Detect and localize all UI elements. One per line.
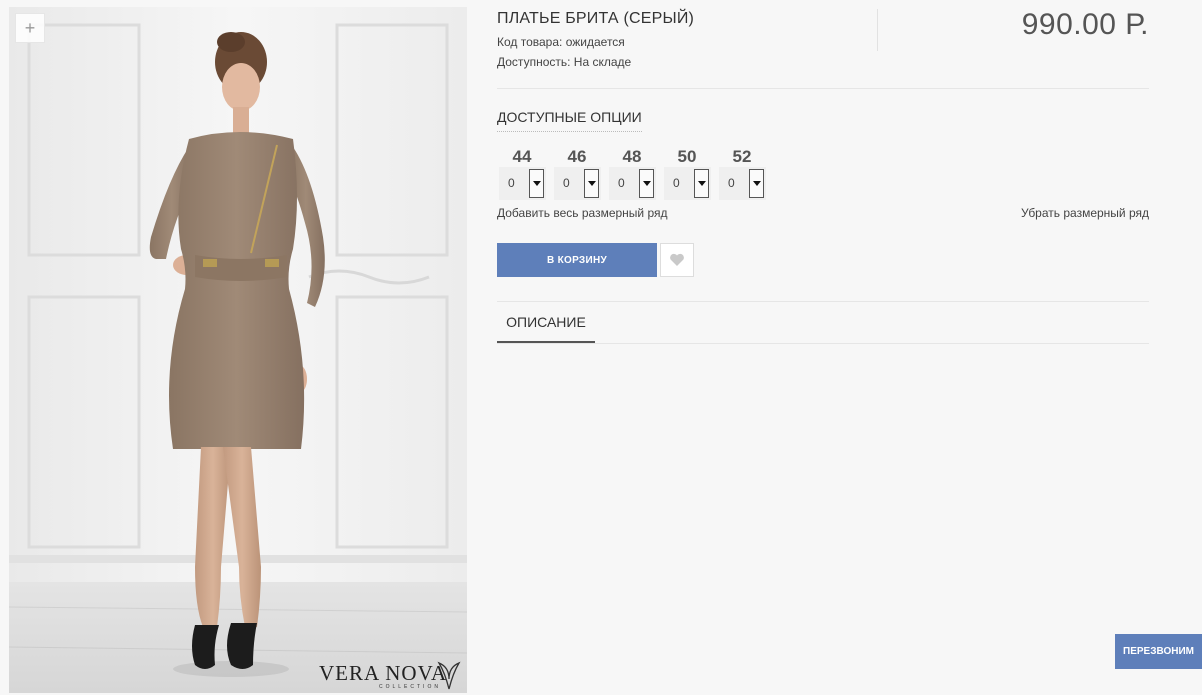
size-quantity-value: 0 [563,176,570,190]
add-to-cart-button[interactable]: В КОРЗИНУ [497,243,657,277]
size-quantity-select[interactable]: 0 [554,167,601,200]
size-quantity-value: 0 [508,176,515,190]
product-image[interactable]: + VERA NOVA COLLECTION [9,7,467,693]
size-quantity-value: 0 [618,176,625,190]
size-label: 52 [732,147,752,166]
availability-value: На складе [573,55,632,69]
product-title: ПЛАТЬЕ БРИТА (СЕРЫЙ) [497,10,695,27]
dropdown-arrow-icon[interactable] [749,169,764,198]
size-label: 50 [677,147,697,166]
heart-icon [670,253,684,266]
size-label: 44 [512,147,532,166]
brand-logo: VERA NOVA COLLECTION [319,657,464,691]
wishlist-button[interactable] [660,243,694,277]
brand-leaf-icon [437,661,461,690]
size-option-48: 48 0 [607,147,657,200]
size-quantity-select[interactable]: 0 [499,167,546,200]
size-option-50: 50 0 [662,147,712,200]
add-all-sizes-link[interactable]: Добавить весь размерный ряд [497,206,668,220]
remove-all-sizes-link[interactable]: Убрать размерный ряд [1021,206,1149,220]
dropdown-arrow-icon[interactable] [694,169,709,198]
product-code-value: ожидается [565,35,625,49]
product-code-label: Код товара: [497,35,563,49]
header-divider [877,9,878,51]
size-label: 48 [622,147,642,166]
dropdown-arrow-icon[interactable] [529,169,544,198]
size-quantity-select[interactable]: 0 [664,167,711,200]
brand-name: VERA NOVA [319,661,448,685]
options-heading: ДОСТУПНЫЕ ОПЦИИ [497,109,642,132]
size-option-44: 44 0 [497,147,547,200]
product-photo [9,7,467,693]
size-quantity-value: 0 [673,176,680,190]
size-option-52: 52 0 [717,147,767,200]
size-quantity-select[interactable]: 0 [719,167,766,200]
divider [497,88,1149,89]
size-label: 46 [567,147,587,166]
dropdown-arrow-icon[interactable] [639,169,654,198]
zoom-button[interactable]: + [15,13,45,43]
tab-description[interactable]: ОПИСАНИЕ [497,302,595,343]
dropdown-arrow-icon[interactable] [584,169,599,198]
availability-label: Доступность: [497,55,571,69]
brand-subtitle: COLLECTION [379,684,441,690]
product-code: Код товара: ожидается [497,35,625,49]
size-quantity-value: 0 [728,176,735,190]
size-quantity-select[interactable]: 0 [609,167,656,200]
tabs-baseline [497,343,1149,344]
size-option-46: 46 0 [552,147,602,200]
product-price: 990.00 Р. [1021,8,1149,41]
product-availability: Доступность: На складе [497,55,631,69]
callback-button[interactable]: ПЕРЕЗВОНИМ [1115,634,1202,669]
